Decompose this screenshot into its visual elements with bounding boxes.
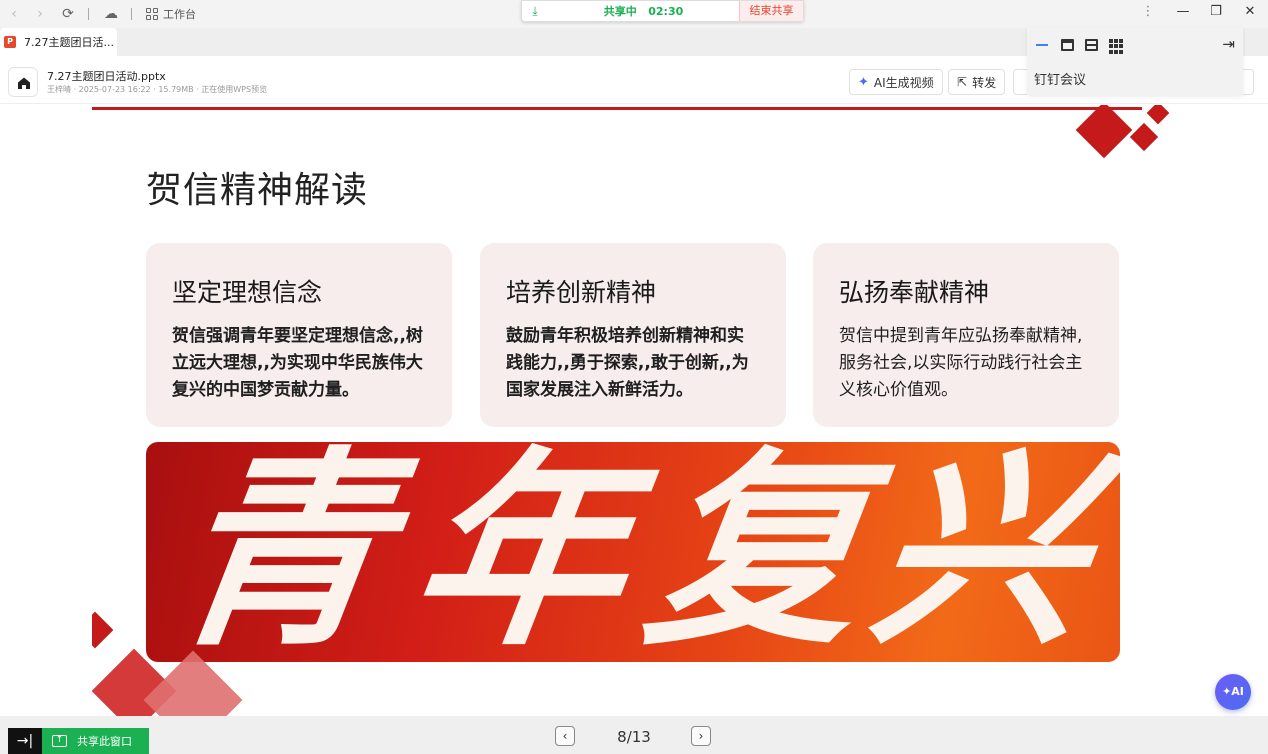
- more-icon[interactable]: ⋮: [1136, 2, 1160, 22]
- collapse-panel-icon[interactable]: ⇥: [1222, 35, 1235, 53]
- tab-document[interactable]: P 7.27主题团日活...: [0, 28, 117, 56]
- upload-icon: ↑: [52, 735, 67, 747]
- close-icon[interactable]: ✕: [1238, 2, 1262, 22]
- minimize-icon[interactable]: —: [1171, 2, 1195, 22]
- share-status-text: 共享中 02:30: [603, 5, 684, 18]
- card-ideals: 坚定理想信念 贺信强调青年要坚定理想信念,,树立远大理想,,为实现中华民族伟大复…: [146, 243, 452, 427]
- calligraphy-char: 年: [398, 442, 644, 662]
- decor-diamond: [1146, 105, 1170, 125]
- file-meta: 王梓晴 · 2025-07-23 16:22 · 15.79MB · 正在使用W…: [47, 85, 268, 94]
- restore-icon[interactable]: ❐: [1204, 2, 1228, 22]
- card-heading: 弘扬奉献精神: [839, 278, 990, 307]
- minimize-panel-icon[interactable]: [1035, 37, 1050, 52]
- workbench-button[interactable]: 工作台: [146, 4, 196, 24]
- home-button[interactable]: [8, 67, 38, 97]
- ai-sparkle-icon: ✦: [858, 74, 869, 90]
- slide-top-rule: [92, 107, 1142, 110]
- home-icon: [18, 77, 30, 89]
- back-icon[interactable]: ‹: [4, 4, 24, 24]
- card-body: 鼓励青年积极培养创新精神和实践能力,,勇于探索,,敢于创新,,为国家发展注入新鲜…: [506, 326, 749, 400]
- ppt-file-icon: P: [4, 36, 16, 48]
- share-window-label: 共享此窗口: [77, 735, 132, 748]
- card-heading: 坚定理想信念: [172, 278, 323, 307]
- grid-layout-icon[interactable]: [1109, 39, 1124, 54]
- cloud-sync-icon[interactable]: ☁: [101, 4, 121, 24]
- forward-button[interactable]: ⇱ 转发: [948, 69, 1006, 95]
- divider: [131, 8, 132, 20]
- grid-icon: [146, 8, 158, 20]
- collapse-sidebar-icon[interactable]: →|: [8, 728, 42, 754]
- calligraphy-char: 青: [158, 442, 404, 662]
- calligraphy-char: 兴: [858, 442, 1104, 662]
- screen-share-status: ⤓ 共享中 02:30 结束共享: [521, 0, 804, 22]
- share-timer: 02:30: [648, 5, 684, 18]
- bottom-bar: →| ↑ 共享此窗口 ‹ 8/13 ›: [0, 716, 1268, 754]
- dingtalk-meeting-title: 钉钉会议: [1034, 73, 1087, 88]
- tab-title: 7.27主题团日活...: [24, 36, 114, 49]
- window-titlebar: ‹ › ⟳ ☁ 工作台 ⤓ 共享中 02:30 结束共享 ⋮ — ❐ ✕: [0, 0, 1268, 28]
- share-out-icon: ⇱: [957, 75, 968, 89]
- forward-icon[interactable]: ›: [30, 4, 50, 24]
- divider: [88, 8, 89, 20]
- window-layout-icon[interactable]: [1061, 39, 1074, 51]
- calligraphy-char: 复: [633, 442, 879, 662]
- forward-label: 转发: [972, 75, 997, 90]
- page-indicator: 8/13: [617, 728, 651, 746]
- decor-diamond: [92, 611, 114, 649]
- card-innovation: 培养创新精神 鼓励青年积极培养创新精神和实践能力,,勇于探索,,敢于创新,,为国…: [480, 243, 786, 427]
- download-icon[interactable]: ⤓: [522, 4, 548, 19]
- ai-assistant-button[interactable]: ✦AI: [1215, 674, 1251, 710]
- prev-page-button[interactable]: ‹: [555, 726, 575, 746]
- next-page-button[interactable]: ›: [691, 726, 711, 746]
- card-heading: 培养创新精神: [506, 278, 657, 307]
- split-layout-icon[interactable]: [1085, 39, 1098, 51]
- card-body: 贺信中提到青年应弘扬奉献精神,服务社会,以实际行动践行社会主义核心价值观。: [839, 326, 1083, 400]
- ai-video-button[interactable]: ✦ AI生成视频: [849, 69, 943, 95]
- file-name: 7.27主题团日活动.pptx: [47, 70, 166, 83]
- share-window-button[interactable]: ↑ 共享此窗口: [42, 728, 149, 754]
- card-dedication: 弘扬奉献精神 贺信中提到青年应弘扬奉献精神,服务社会,以实际行动践行社会主义核心…: [813, 243, 1119, 427]
- slide-title: 贺信精神解读: [146, 169, 369, 210]
- dingtalk-meeting-panel: ⇥ 钉钉会议: [1027, 27, 1243, 95]
- decor-diamond: [1075, 105, 1133, 159]
- card-body: 贺信强调青年要坚定理想信念,,树立远大理想,,为实现中华民族伟大复兴的中国梦贡献…: [172, 326, 423, 400]
- ai-video-label: AI生成视频: [873, 75, 934, 90]
- end-share-button[interactable]: 结束共享: [739, 1, 803, 21]
- slide-canvas: 贺信精神解读 坚定理想信念 贺信强调青年要坚定理想信念,,树立远大理想,,为实现…: [92, 105, 1176, 716]
- calligraphy-banner-image: 青 年 复 兴: [146, 442, 1120, 662]
- decor-diamond: [1129, 122, 1159, 152]
- refresh-icon[interactable]: ⟳: [58, 4, 78, 24]
- workbench-label: 工作台: [163, 8, 196, 21]
